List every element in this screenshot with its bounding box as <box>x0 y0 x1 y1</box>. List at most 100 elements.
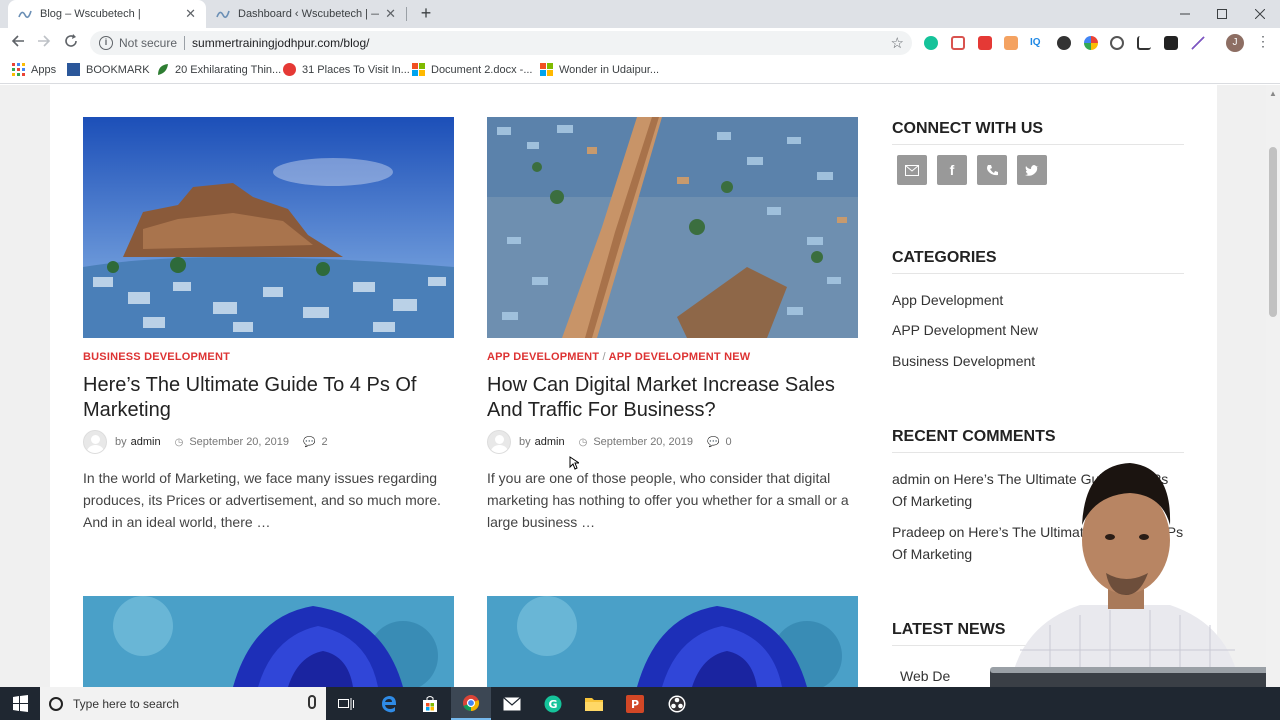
post-title-link[interactable]: How Can Digital Market Increase Sales An… <box>487 373 858 423</box>
page-scrollbar[interactable]: ▲ <box>1266 85 1280 687</box>
on-label: on <box>934 471 950 487</box>
bookmark-item[interactable]: Wonder in Udaipur... <box>540 63 659 76</box>
profile-avatar[interactable]: J <box>1226 34 1244 52</box>
post-thumbnail[interactable] <box>83 596 454 687</box>
url-text[interactable]: summertrainingjodhpur.com/blog/ <box>192 36 369 50</box>
minimize-button[interactable] <box>1166 0 1204 28</box>
widget-title: CONNECT WITH US <box>892 120 1184 145</box>
pen-extension-icon[interactable] <box>1191 36 1205 50</box>
bookmark-item[interactable]: 20 Exhilarating Thin... <box>156 63 281 76</box>
windows-start-button[interactable] <box>0 687 40 720</box>
scrollbar-thumb[interactable] <box>1269 147 1277 317</box>
address-bar[interactable]: i Not secure summertrainingjodhpur.com/b… <box>90 31 912 55</box>
bookmark-label: BOOKMARK <box>86 63 150 76</box>
microphone-icon[interactable] <box>308 695 316 709</box>
comment-count-link[interactable]: 2 <box>321 436 327 448</box>
pocket-extension-icon[interactable] <box>951 36 965 50</box>
svg-text:P: P <box>631 698 639 711</box>
post-meta: by admin ◷ September 20, 2019 💬 0 <box>487 430 732 454</box>
post-thumbnail[interactable] <box>487 117 858 338</box>
bookmark-item[interactable]: BOOKMARK <box>67 63 150 76</box>
store-icon[interactable] <box>410 687 450 720</box>
obs-studio-icon[interactable] <box>657 687 697 720</box>
cortana-icon <box>49 696 63 711</box>
puzzle-extension-icon[interactable] <box>978 36 992 50</box>
comment-icon: 💬 <box>303 436 316 448</box>
phone-icon[interactable] <box>977 155 1007 185</box>
bookmark-item[interactable]: 31 Places To Visit In... <box>283 63 410 76</box>
post-excerpt: If you are one of those people, who cons… <box>487 470 849 530</box>
windows-logo-icon <box>13 695 28 712</box>
bookmark-label: Apps <box>31 63 57 76</box>
widget-title: CATEGORIES <box>892 249 1184 274</box>
author-link[interactable]: admin <box>131 436 161 448</box>
color-extension-icon[interactable] <box>1084 36 1098 50</box>
info-icon[interactable]: i <box>99 36 113 50</box>
post-category-link[interactable]: APP DEVELOPMENT <box>487 351 599 363</box>
post-category-link[interactable]: APP DEVELOPMENT NEW <box>609 351 751 363</box>
camera-extension-icon[interactable] <box>1164 36 1178 50</box>
bookmark-star-icon[interactable]: ☆ <box>891 34 904 52</box>
tab-blog[interactable]: Blog – Wscubetech | ✕ <box>8 0 206 28</box>
k-extension-icon[interactable] <box>1057 36 1071 50</box>
post-meta: by admin ◷ September 20, 2019 💬 2 <box>83 430 328 454</box>
bookmark-label: 31 Places To Visit In... <box>302 63 410 76</box>
category-link[interactable]: Business Development <box>892 353 1035 369</box>
powerpoint-icon[interactable]: P <box>615 687 655 720</box>
divider <box>184 36 186 50</box>
tab-separator <box>406 7 407 21</box>
new-tab-button[interactable]: + <box>416 4 436 24</box>
task-view-icon[interactable] <box>326 687 366 720</box>
post-category-links: APP DEVELOPMENT / APP DEVELOPMENT NEW <box>487 351 750 363</box>
menu-icon[interactable]: ⋮ <box>1256 33 1270 50</box>
post-thumbnail[interactable] <box>83 117 454 338</box>
bookmark-item[interactable]: Document 2.docx -... <box>412 63 533 76</box>
post-date-link[interactable]: September 20, 2019 <box>189 436 289 448</box>
bookmark-label: Wonder in Udaipur... <box>559 63 660 76</box>
tab-dashboard[interactable]: Dashboard ‹ Wscubetech | — Wo ✕ <box>206 0 406 28</box>
widget-title: RECENT COMMENTS <box>892 428 1184 453</box>
iq-extension-icon[interactable]: IQ <box>1030 36 1044 50</box>
category-link[interactable]: APP Development New <box>892 322 1038 338</box>
post-category-link[interactable]: BUSINESS DEVELOPMENT <box>83 351 230 363</box>
twitter-icon[interactable] <box>1017 155 1047 185</box>
facebook-icon[interactable]: f <box>937 155 967 185</box>
author-avatar <box>83 430 107 454</box>
close-tab-icon[interactable]: ✕ <box>185 6 196 22</box>
reload-button[interactable] <box>62 34 80 52</box>
crop-extension-icon[interactable] <box>1137 36 1151 50</box>
comment-author: admin <box>892 471 931 487</box>
post-title-link[interactable]: Here’s The Ultimate Guide To 4 Ps Of Mar… <box>83 373 454 423</box>
email-icon[interactable] <box>897 155 927 185</box>
maximize-button[interactable] <box>1203 0 1241 28</box>
clock-icon: ◷ <box>578 436 588 448</box>
bookmark-label: Document 2.docx -... <box>431 63 533 76</box>
office-icon <box>412 63 425 76</box>
file-explorer-icon[interactable] <box>574 687 614 720</box>
wordpress-extension-icon[interactable] <box>1110 36 1124 50</box>
close-tab-icon[interactable]: ✕ <box>385 6 396 22</box>
bookmark-apps[interactable]: Apps <box>12 63 56 76</box>
scroll-up-icon[interactable]: ▲ <box>1269 89 1277 98</box>
wscube-favicon-icon <box>216 7 230 21</box>
close-window-button[interactable] <box>1241 0 1279 28</box>
post-thumbnail[interactable] <box>487 596 858 687</box>
edge-browser-icon[interactable] <box>369 687 409 720</box>
comment-count-link[interactable]: 0 <box>725 436 731 448</box>
author-avatar <box>487 430 511 454</box>
grammarly-icon[interactable]: G <box>533 687 573 720</box>
by-label: by <box>115 436 127 448</box>
clock-icon: ◷ <box>174 436 184 448</box>
image-extension-icon[interactable] <box>1004 36 1018 50</box>
category-link[interactable]: App Development <box>892 292 1003 308</box>
taskbar-search-box[interactable]: Type here to search <box>40 687 326 720</box>
forward-button[interactable] <box>35 34 53 52</box>
mail-icon[interactable] <box>492 687 532 720</box>
author-link[interactable]: admin <box>535 436 565 448</box>
browser-toolbar: i Not secure summertrainingjodhpur.com/b… <box>0 28 1280 58</box>
post-date-link[interactable]: September 20, 2019 <box>593 436 693 448</box>
chrome-taskbar-icon[interactable] <box>451 687 491 720</box>
latest-news-link[interactable]: Web De <box>900 668 950 684</box>
grammarly-extension-icon[interactable] <box>924 36 938 50</box>
back-button[interactable] <box>9 34 27 52</box>
